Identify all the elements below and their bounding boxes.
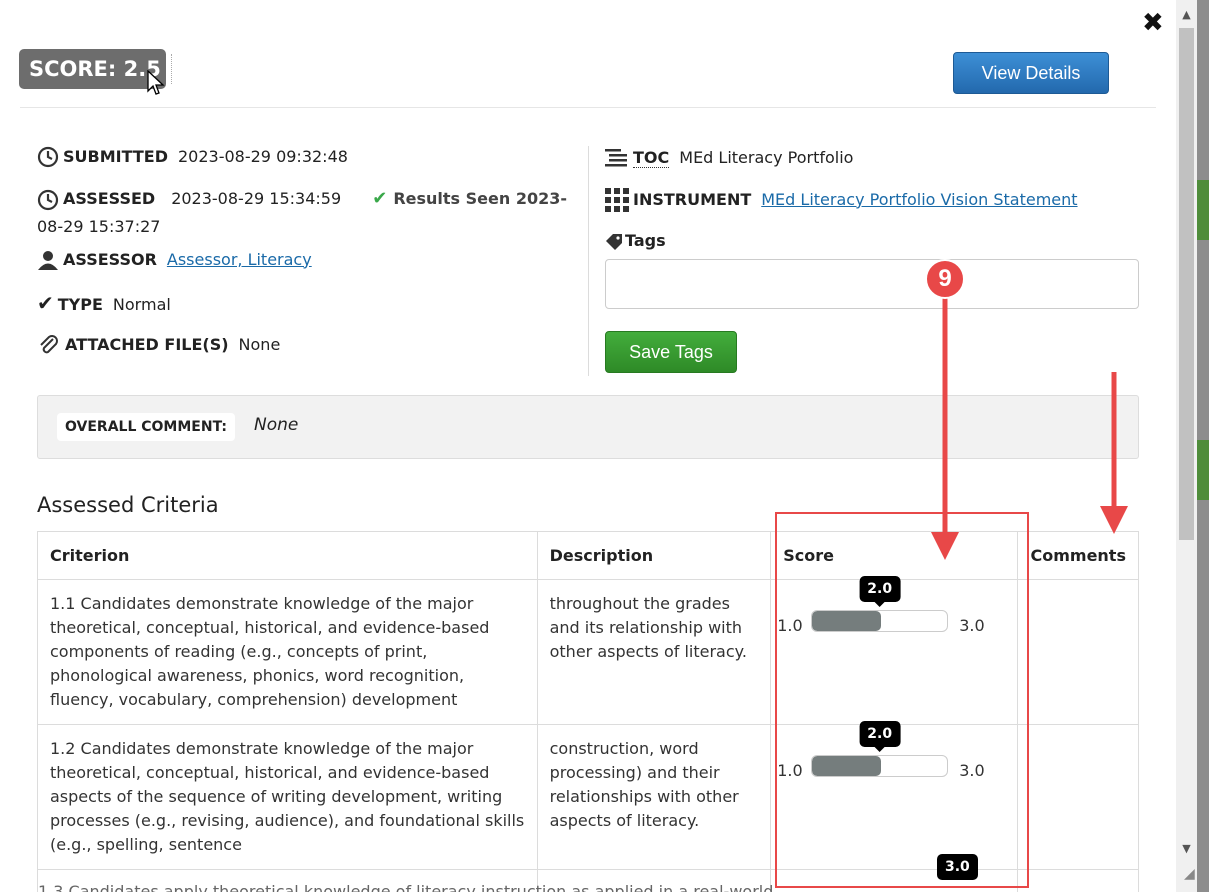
annotation-arrows bbox=[931, 292, 1128, 560]
assessment-modal: ✖ SCORE: 2.5 View Details SUBMITTED 2023-… bbox=[0, 0, 1176, 892]
background-green-block bbox=[1197, 180, 1209, 240]
resize-grip-icon[interactable]: ◢ bbox=[1184, 866, 1204, 886]
scroll-up-icon[interactable]: ▲ bbox=[1176, 4, 1197, 26]
annotation-step-badge: 9 bbox=[925, 259, 965, 299]
modal-scrollbar[interactable]: ▲ ▼ bbox=[1176, 0, 1197, 892]
annotation-arrowhead bbox=[931, 532, 959, 560]
annotation-arrowhead bbox=[1100, 506, 1128, 534]
background-app-strip bbox=[1197, 0, 1209, 892]
background-green-block bbox=[1197, 440, 1209, 500]
scrollbar-thumb[interactable] bbox=[1179, 28, 1194, 540]
scroll-down-icon[interactable]: ▼ bbox=[1176, 838, 1197, 860]
